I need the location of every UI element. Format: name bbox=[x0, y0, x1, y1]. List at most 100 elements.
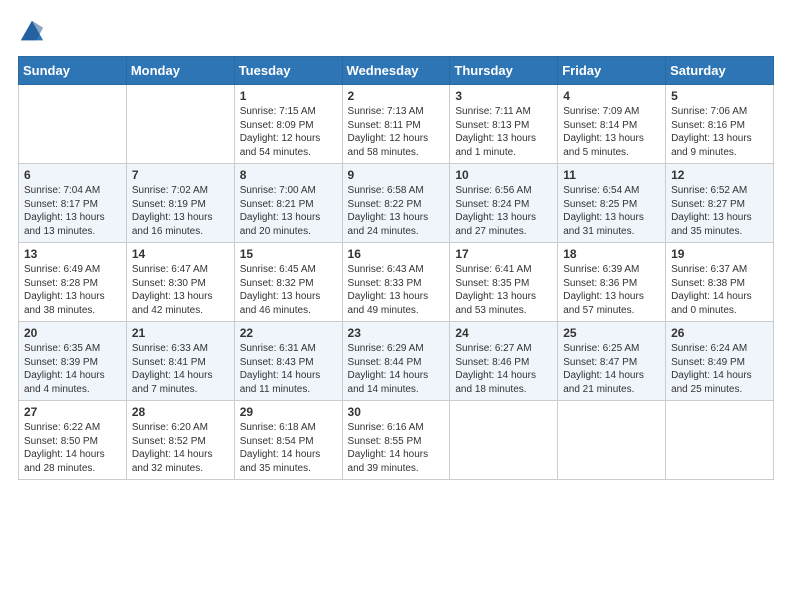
day-number: 3 bbox=[455, 89, 552, 103]
calendar-cell bbox=[126, 85, 234, 164]
calendar-week-3: 13 Sunrise: 6:49 AM Sunset: 8:28 PM Dayli… bbox=[19, 243, 774, 322]
day-info: Sunrise: 7:06 AM Sunset: 8:16 PM Dayligh… bbox=[671, 105, 768, 159]
day-info: Sunrise: 6:41 AM Sunset: 8:35 PM Dayligh… bbox=[455, 263, 552, 317]
logo-icon bbox=[18, 18, 46, 46]
calendar-cell: 2 Sunrise: 7:13 AM Sunset: 8:11 PM Daylig… bbox=[342, 85, 450, 164]
calendar-cell: 27 Sunrise: 6:22 AM Sunset: 8:50 PM Dayli… bbox=[19, 401, 127, 480]
calendar-header-row: SundayMondayTuesdayWednesdayThursdayFrid… bbox=[19, 57, 774, 85]
day-number: 29 bbox=[240, 405, 337, 419]
day-info: Sunrise: 6:58 AM Sunset: 8:22 PM Dayligh… bbox=[348, 184, 445, 238]
calendar-cell: 22Sunrise: 6:31 AM Sunset: 8:43 PM Dayli… bbox=[234, 322, 342, 401]
day-of-week-tuesday: Tuesday bbox=[234, 57, 342, 85]
day-number: 11 bbox=[563, 168, 660, 182]
day-number: 8 bbox=[240, 168, 337, 182]
calendar-cell: 20 Sunrise: 6:35 AM Sunset: 8:39 PM Dayli… bbox=[19, 322, 127, 401]
day-info: Sunrise: 6:49 AM Sunset: 8:28 PM Dayligh… bbox=[24, 263, 121, 317]
day-number: 27 bbox=[24, 405, 121, 419]
calendar-cell: 28 Sunrise: 6:20 AM Sunset: 8:52 PM Dayli… bbox=[126, 401, 234, 480]
day-number: 30 bbox=[348, 405, 445, 419]
day-number: 13 bbox=[24, 247, 121, 261]
calendar-cell: 13 Sunrise: 6:49 AM Sunset: 8:28 PM Dayli… bbox=[19, 243, 127, 322]
calendar-cell: 3 Sunrise: 7:11 AM Sunset: 8:13 PM Daylig… bbox=[450, 85, 558, 164]
day-info: Sunrise: 6:52 AM Sunset: 8:27 PM Dayligh… bbox=[671, 184, 768, 238]
calendar-cell: 30 Sunrise: 6:16 AM Sunset: 8:55 PM Dayli… bbox=[342, 401, 450, 480]
calendar-cell: 5 Sunrise: 7:06 AM Sunset: 8:16 PM Daylig… bbox=[666, 85, 774, 164]
calendar-cell: 10Sunrise: 6:56 AM Sunset: 8:24 PM Dayli… bbox=[450, 164, 558, 243]
day-info: Sunrise: 6:39 AM Sunset: 8:36 PM Dayligh… bbox=[563, 263, 660, 317]
day-info: Sunrise: 6:54 AM Sunset: 8:25 PM Dayligh… bbox=[563, 184, 660, 238]
calendar-cell: 19 Sunrise: 6:37 AM Sunset: 8:38 PM Dayli… bbox=[666, 243, 774, 322]
calendar-cell: 26Sunrise: 6:24 AM Sunset: 8:49 PM Dayli… bbox=[666, 322, 774, 401]
day-of-week-friday: Friday bbox=[558, 57, 666, 85]
day-of-week-saturday: Saturday bbox=[666, 57, 774, 85]
day-number: 23 bbox=[348, 326, 445, 340]
day-info: Sunrise: 7:09 AM Sunset: 8:14 PM Dayligh… bbox=[563, 105, 660, 159]
day-info: Sunrise: 6:22 AM Sunset: 8:50 PM Dayligh… bbox=[24, 421, 121, 475]
calendar-cell: 12 Sunrise: 6:52 AM Sunset: 8:27 PM Dayli… bbox=[666, 164, 774, 243]
calendar-week-5: 27 Sunrise: 6:22 AM Sunset: 8:50 PM Dayli… bbox=[19, 401, 774, 480]
calendar-cell: 15 Sunrise: 6:45 AM Sunset: 8:32 PM Dayli… bbox=[234, 243, 342, 322]
calendar-cell: 16 Sunrise: 6:43 AM Sunset: 8:33 PM Dayli… bbox=[342, 243, 450, 322]
day-number: 5 bbox=[671, 89, 768, 103]
day-number: 22 bbox=[240, 326, 337, 340]
day-number: 10 bbox=[455, 168, 552, 182]
calendar-cell: 25 Sunrise: 6:25 AM Sunset: 8:47 PM Dayli… bbox=[558, 322, 666, 401]
day-number: 9 bbox=[348, 168, 445, 182]
calendar-cell: 21Sunrise: 6:33 AM Sunset: 8:41 PM Dayli… bbox=[126, 322, 234, 401]
day-number: 12 bbox=[671, 168, 768, 182]
logo bbox=[18, 18, 50, 46]
header bbox=[18, 18, 774, 46]
calendar-cell bbox=[666, 401, 774, 480]
day-number: 20 bbox=[24, 326, 121, 340]
calendar-cell: 9 Sunrise: 6:58 AM Sunset: 8:22 PM Daylig… bbox=[342, 164, 450, 243]
calendar-week-1: 1Sunrise: 7:15 AM Sunset: 8:09 PM Daylig… bbox=[19, 85, 774, 164]
calendar-cell: 11 Sunrise: 6:54 AM Sunset: 8:25 PM Dayli… bbox=[558, 164, 666, 243]
calendar-week-2: 6Sunrise: 7:04 AM Sunset: 8:17 PM Daylig… bbox=[19, 164, 774, 243]
calendar-cell bbox=[450, 401, 558, 480]
calendar-cell: 1Sunrise: 7:15 AM Sunset: 8:09 PM Daylig… bbox=[234, 85, 342, 164]
day-number: 1 bbox=[240, 89, 337, 103]
day-number: 24 bbox=[455, 326, 552, 340]
day-info: Sunrise: 6:25 AM Sunset: 8:47 PM Dayligh… bbox=[563, 342, 660, 396]
calendar-cell: 24 Sunrise: 6:27 AM Sunset: 8:46 PM Dayli… bbox=[450, 322, 558, 401]
day-number: 28 bbox=[132, 405, 229, 419]
day-info: Sunrise: 6:33 AM Sunset: 8:41 PM Dayligh… bbox=[132, 342, 229, 396]
day-number: 14 bbox=[132, 247, 229, 261]
day-number: 16 bbox=[348, 247, 445, 261]
day-info: Sunrise: 6:35 AM Sunset: 8:39 PM Dayligh… bbox=[24, 342, 121, 396]
day-number: 18 bbox=[563, 247, 660, 261]
calendar-body: 1Sunrise: 7:15 AM Sunset: 8:09 PM Daylig… bbox=[19, 85, 774, 480]
day-info: Sunrise: 6:20 AM Sunset: 8:52 PM Dayligh… bbox=[132, 421, 229, 475]
day-of-week-wednesday: Wednesday bbox=[342, 57, 450, 85]
day-info: Sunrise: 6:47 AM Sunset: 8:30 PM Dayligh… bbox=[132, 263, 229, 317]
day-info: Sunrise: 7:00 AM Sunset: 8:21 PM Dayligh… bbox=[240, 184, 337, 238]
day-info: Sunrise: 6:16 AM Sunset: 8:55 PM Dayligh… bbox=[348, 421, 445, 475]
day-number: 19 bbox=[671, 247, 768, 261]
day-of-week-thursday: Thursday bbox=[450, 57, 558, 85]
day-info: Sunrise: 6:43 AM Sunset: 8:33 PM Dayligh… bbox=[348, 263, 445, 317]
day-number: 7 bbox=[132, 168, 229, 182]
day-info: Sunrise: 7:11 AM Sunset: 8:13 PM Dayligh… bbox=[455, 105, 552, 159]
calendar-cell: 23 Sunrise: 6:29 AM Sunset: 8:44 PM Dayli… bbox=[342, 322, 450, 401]
calendar-cell: 4Sunrise: 7:09 AM Sunset: 8:14 PM Daylig… bbox=[558, 85, 666, 164]
calendar-header: SundayMondayTuesdayWednesdayThursdayFrid… bbox=[19, 57, 774, 85]
day-number: 17 bbox=[455, 247, 552, 261]
calendar-week-4: 20 Sunrise: 6:35 AM Sunset: 8:39 PM Dayli… bbox=[19, 322, 774, 401]
day-number: 25 bbox=[563, 326, 660, 340]
calendar-cell bbox=[19, 85, 127, 164]
calendar-cell: 14 Sunrise: 6:47 AM Sunset: 8:30 PM Dayli… bbox=[126, 243, 234, 322]
calendar-cell bbox=[558, 401, 666, 480]
day-info: Sunrise: 6:45 AM Sunset: 8:32 PM Dayligh… bbox=[240, 263, 337, 317]
day-info: Sunrise: 7:13 AM Sunset: 8:11 PM Dayligh… bbox=[348, 105, 445, 159]
page: SundayMondayTuesdayWednesdayThursdayFrid… bbox=[0, 0, 792, 612]
calendar-cell: 8 Sunrise: 7:00 AM Sunset: 8:21 PM Daylig… bbox=[234, 164, 342, 243]
day-number: 15 bbox=[240, 247, 337, 261]
day-info: Sunrise: 6:18 AM Sunset: 8:54 PM Dayligh… bbox=[240, 421, 337, 475]
day-of-week-sunday: Sunday bbox=[19, 57, 127, 85]
day-info: Sunrise: 6:27 AM Sunset: 8:46 PM Dayligh… bbox=[455, 342, 552, 396]
day-info: Sunrise: 6:29 AM Sunset: 8:44 PM Dayligh… bbox=[348, 342, 445, 396]
day-info: Sunrise: 6:37 AM Sunset: 8:38 PM Dayligh… bbox=[671, 263, 768, 317]
calendar-cell: 29 Sunrise: 6:18 AM Sunset: 8:54 PM Dayli… bbox=[234, 401, 342, 480]
day-number: 6 bbox=[24, 168, 121, 182]
day-number: 2 bbox=[348, 89, 445, 103]
